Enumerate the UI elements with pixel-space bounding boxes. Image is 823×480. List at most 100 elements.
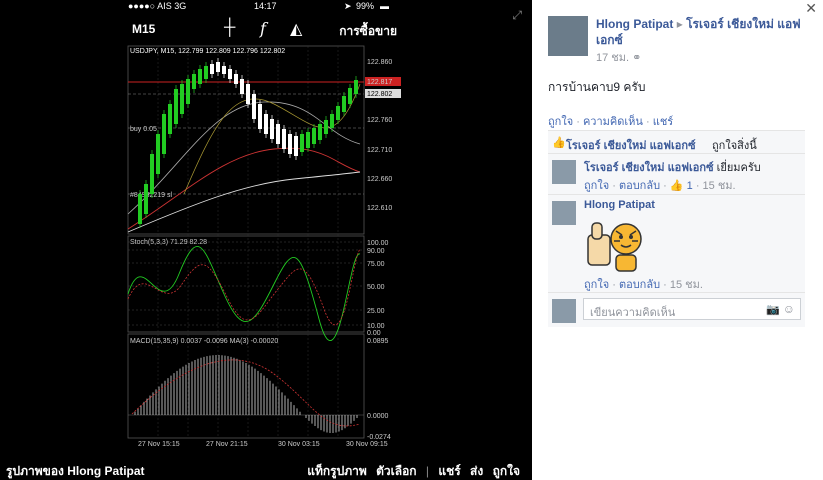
price-tick-label: 122.860 bbox=[367, 59, 392, 66]
candle-body bbox=[288, 134, 292, 154]
comments-panel: ✕ Hlong Patipat ▸ โรเจอร์ เชียงใหม่ แอฟเ… bbox=[532, 0, 823, 480]
comment-like-link[interactable]: ถูกใจ bbox=[584, 279, 609, 291]
location-icon: ➤ bbox=[344, 1, 352, 11]
comment-like-link[interactable]: ถูกใจ bbox=[584, 180, 609, 192]
share-link[interactable]: แชร์ bbox=[653, 116, 673, 128]
separator: · bbox=[663, 279, 670, 291]
share-link[interactable]: แชร์ bbox=[438, 464, 460, 478]
status-time: 14:17 bbox=[254, 1, 277, 11]
status-bar: ●●●●○ AIS 3G 14:17 ➤ 99% ▬ bbox=[124, 0, 405, 13]
candle-body bbox=[336, 106, 340, 120]
likes-summary: 👍 โรเจอร์ เชียงใหม่ แอฟเอกซ์ ถูกใจสิ่งนี… bbox=[548, 130, 805, 153]
price-tick-label: 122.817 bbox=[367, 79, 392, 86]
close-icon[interactable]: ✕ bbox=[805, 0, 817, 17]
comment-header: Hlong Patipat bbox=[584, 199, 655, 211]
candle-body bbox=[198, 69, 202, 84]
avatar[interactable] bbox=[552, 160, 576, 184]
price-tick-label: 122.660 bbox=[367, 176, 392, 183]
function-icon[interactable]: f bbox=[260, 19, 266, 38]
avatar[interactable] bbox=[552, 201, 576, 225]
candle-body bbox=[348, 88, 352, 104]
moving-average-white bbox=[127, 171, 361, 233]
post-time[interactable]: 17 ชม. bbox=[596, 52, 629, 64]
arrow-right-icon: ▸ bbox=[676, 17, 683, 31]
candle-body bbox=[354, 80, 358, 94]
candle-body bbox=[150, 154, 154, 194]
candle-body bbox=[138, 194, 142, 224]
smiley-icon[interactable]: ☺ bbox=[783, 302, 795, 316]
candle-body bbox=[276, 124, 280, 144]
candle-body bbox=[330, 114, 334, 128]
macd-level-label: 0.0895 bbox=[367, 338, 389, 345]
price-tick-label: 122.610 bbox=[367, 205, 392, 212]
comment-like-count[interactable]: 1 bbox=[687, 180, 693, 192]
candle-body bbox=[168, 104, 172, 134]
comment-placeholder: เขียนความคิดเห็น bbox=[590, 307, 676, 319]
comment-link[interactable]: ความคิดเห็น bbox=[583, 116, 643, 128]
post-actions: ถูกใจ · ความคิดเห็น · แชร์ bbox=[548, 112, 673, 130]
stoch-level-label: 90.00 bbox=[367, 248, 385, 255]
timeframe-button[interactable]: M15 bbox=[132, 22, 155, 36]
comment-author-link[interactable]: โรเจอร์ เชียงใหม่ แอฟเอกซ์ bbox=[584, 162, 714, 174]
battery-icon: ▬ bbox=[380, 1, 389, 11]
reply-link[interactable]: ตอบกลับ bbox=[619, 180, 660, 192]
photo-actions: แท็กรูปภาพ ตัวเลือก | แชร์ ส่ง ถูกใจ bbox=[301, 462, 520, 480]
avatar bbox=[552, 299, 576, 323]
time-axis-label: 30 Nov 09:15 bbox=[346, 441, 388, 448]
candle-body bbox=[180, 84, 184, 114]
price-tick-label: 122.760 bbox=[367, 117, 392, 124]
carrier-signal: ●●●●○ AIS 3G bbox=[128, 1, 187, 11]
stoch-title: Stoch(5,3,3) 71.29 82.28 bbox=[130, 239, 207, 246]
candle-body bbox=[258, 104, 262, 129]
post-author-link[interactable]: Hlong Patipat bbox=[596, 17, 673, 31]
separator: · bbox=[612, 180, 619, 192]
like-link[interactable]: ถูกใจ bbox=[493, 464, 520, 478]
candle-body bbox=[270, 119, 274, 139]
buy-sell-button[interactable]: การซื้อขาย bbox=[339, 22, 397, 41]
stoch-level-label: 10.00 bbox=[367, 323, 385, 330]
candle-body bbox=[222, 66, 226, 74]
expand-icon[interactable]: ⤢ bbox=[512, 8, 522, 23]
like-link[interactable]: ถูกใจ bbox=[548, 116, 573, 128]
send-link[interactable]: ส่ง bbox=[470, 464, 483, 478]
crosshair-icon[interactable]: ┼ bbox=[224, 19, 235, 37]
comment-input[interactable]: เขียนความคิดเห็น 📷 ☺ bbox=[583, 298, 801, 320]
tag-photo-link[interactable]: แท็กรูปภาพ bbox=[307, 464, 367, 478]
stoch-level-label: 25.00 bbox=[367, 308, 385, 315]
liker-link[interactable]: โรเจอร์ เชียงใหม่ แอฟเอกซ์ bbox=[566, 136, 696, 154]
phone-screenshot: ●●●●○ AIS 3G 14:17 ➤ 99% ▬ M15 ┼ f ◭ การ… bbox=[124, 0, 405, 458]
time-axis-label: 27 Nov 21:15 bbox=[206, 441, 248, 448]
reply-link[interactable]: ตอบกลับ bbox=[619, 279, 660, 291]
candle-body bbox=[216, 62, 220, 72]
candle-body bbox=[162, 114, 166, 154]
options-link[interactable]: ตัวเลือก bbox=[376, 464, 416, 478]
photo-viewer: ●●●●○ AIS 3G 14:17 ➤ 99% ▬ M15 ┼ f ◭ การ… bbox=[0, 0, 532, 480]
app-header: M15 ┼ f ◭ การซื้อขาย bbox=[124, 16, 405, 44]
comment-time[interactable]: 15 ชม. bbox=[670, 279, 703, 291]
time-axis-label: 30 Nov 03:15 bbox=[278, 441, 320, 448]
avatar[interactable] bbox=[548, 16, 588, 56]
shapes-icon[interactable]: ◭ bbox=[290, 19, 302, 39]
comment-text: เยี่ยมครับ bbox=[716, 162, 761, 174]
thumbs-up-icon: 👍 bbox=[669, 180, 684, 192]
macd-level-label: 0.0000 bbox=[367, 413, 389, 420]
candle-body bbox=[192, 74, 196, 89]
stoch-level-label: 75.00 bbox=[367, 261, 385, 268]
comment-author-link[interactable]: Hlong Patipat bbox=[584, 199, 655, 211]
friends-icon: ⚭ bbox=[632, 52, 642, 64]
price-tick-label: 122.802 bbox=[367, 91, 392, 98]
price-tick-label: 122.710 bbox=[367, 147, 392, 154]
candle-body bbox=[318, 124, 322, 140]
post-header: Hlong Patipat ▸ โรเจอร์ เชียงใหม่ แอฟเอก… bbox=[596, 16, 808, 48]
candle-body bbox=[312, 128, 316, 144]
price-chart[interactable]: 122.860 122.817 122.802 122.760 122.710 122.6… bbox=[124, 44, 405, 450]
list-item: โรเจอร์ เชียงใหม่ แอฟเอกซ์ เยี่ยมครับ ถู… bbox=[548, 153, 805, 194]
camera-icon[interactable]: 📷 bbox=[766, 303, 780, 316]
candle-body bbox=[186, 79, 190, 104]
comment-time[interactable]: 15 ชม. bbox=[703, 180, 736, 192]
photo-caption[interactable]: รูปภาพของ Hlong Patipat bbox=[6, 462, 145, 480]
list-item: Hlong Patipat ถูกใจ · ตอบกลับ · 15 ชม. bbox=[548, 194, 805, 292]
candle-body bbox=[306, 132, 310, 148]
candle-body bbox=[204, 66, 208, 79]
comment-actions: ถูกใจ · ตอบกลับ · 15 ชม. bbox=[584, 275, 703, 293]
